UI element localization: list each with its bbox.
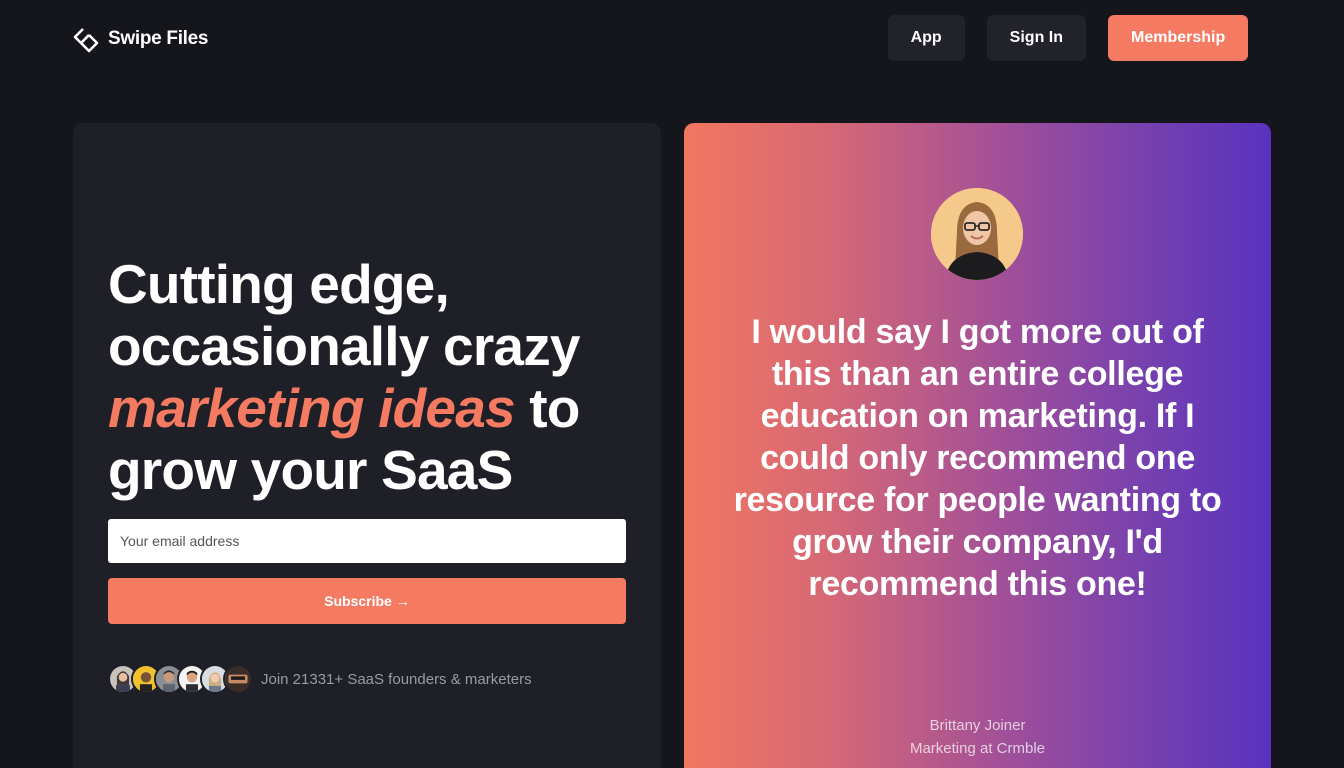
join-count-text: Join 21331+ SaaS founders & marketers: [261, 670, 532, 688]
headline-line-4: grow your SaaS: [108, 439, 513, 501]
testimonial-author: Brittany Joiner Marketing at Crmble: [684, 714, 1271, 760]
logo[interactable]: Swipe Files: [72, 24, 208, 54]
signup-card: Cutting edge, occasionally crazy marketi…: [73, 123, 661, 768]
subscriber-avatars: [108, 664, 253, 694]
headline-line-1: Cutting edge,: [108, 253, 450, 315]
subscribe-label: Subscribe: [324, 593, 392, 609]
headline-accent: marketing ideas: [108, 377, 516, 439]
testimonial-avatar: [931, 188, 1023, 280]
avatar: [223, 664, 253, 694]
sign-in-button[interactable]: Sign In: [986, 15, 1086, 61]
page: Swipe Files App Sign In Membership Cutti…: [0, 0, 1344, 768]
headline-line-2: occasionally crazy: [108, 315, 581, 377]
headline-line-3-rest: to: [514, 377, 580, 439]
brand-name: Swipe Files: [108, 28, 209, 49]
social-proof: Join 21331+ SaaS founders & marketers: [108, 662, 532, 696]
author-title: Marketing at Crmble: [909, 740, 1046, 757]
swipe-files-logo-icon: [73, 28, 99, 53]
membership-button[interactable]: Membership: [1108, 15, 1248, 61]
app-button[interactable]: App: [887, 15, 965, 61]
hero-headline: Cutting edge, occasionally crazy marketi…: [108, 253, 628, 501]
email-input[interactable]: [108, 519, 626, 563]
testimonial-card: I would say I got more out of this than …: [684, 123, 1271, 768]
testimonial-quote: I would say I got more out of this than …: [733, 313, 1222, 603]
arrow-right-icon: →: [395, 593, 410, 609]
author-name: Brittany Joiner: [929, 717, 1026, 734]
subscribe-button[interactable]: Subscribe →: [108, 578, 626, 624]
top-nav: App Sign In Membership: [887, 15, 1248, 61]
